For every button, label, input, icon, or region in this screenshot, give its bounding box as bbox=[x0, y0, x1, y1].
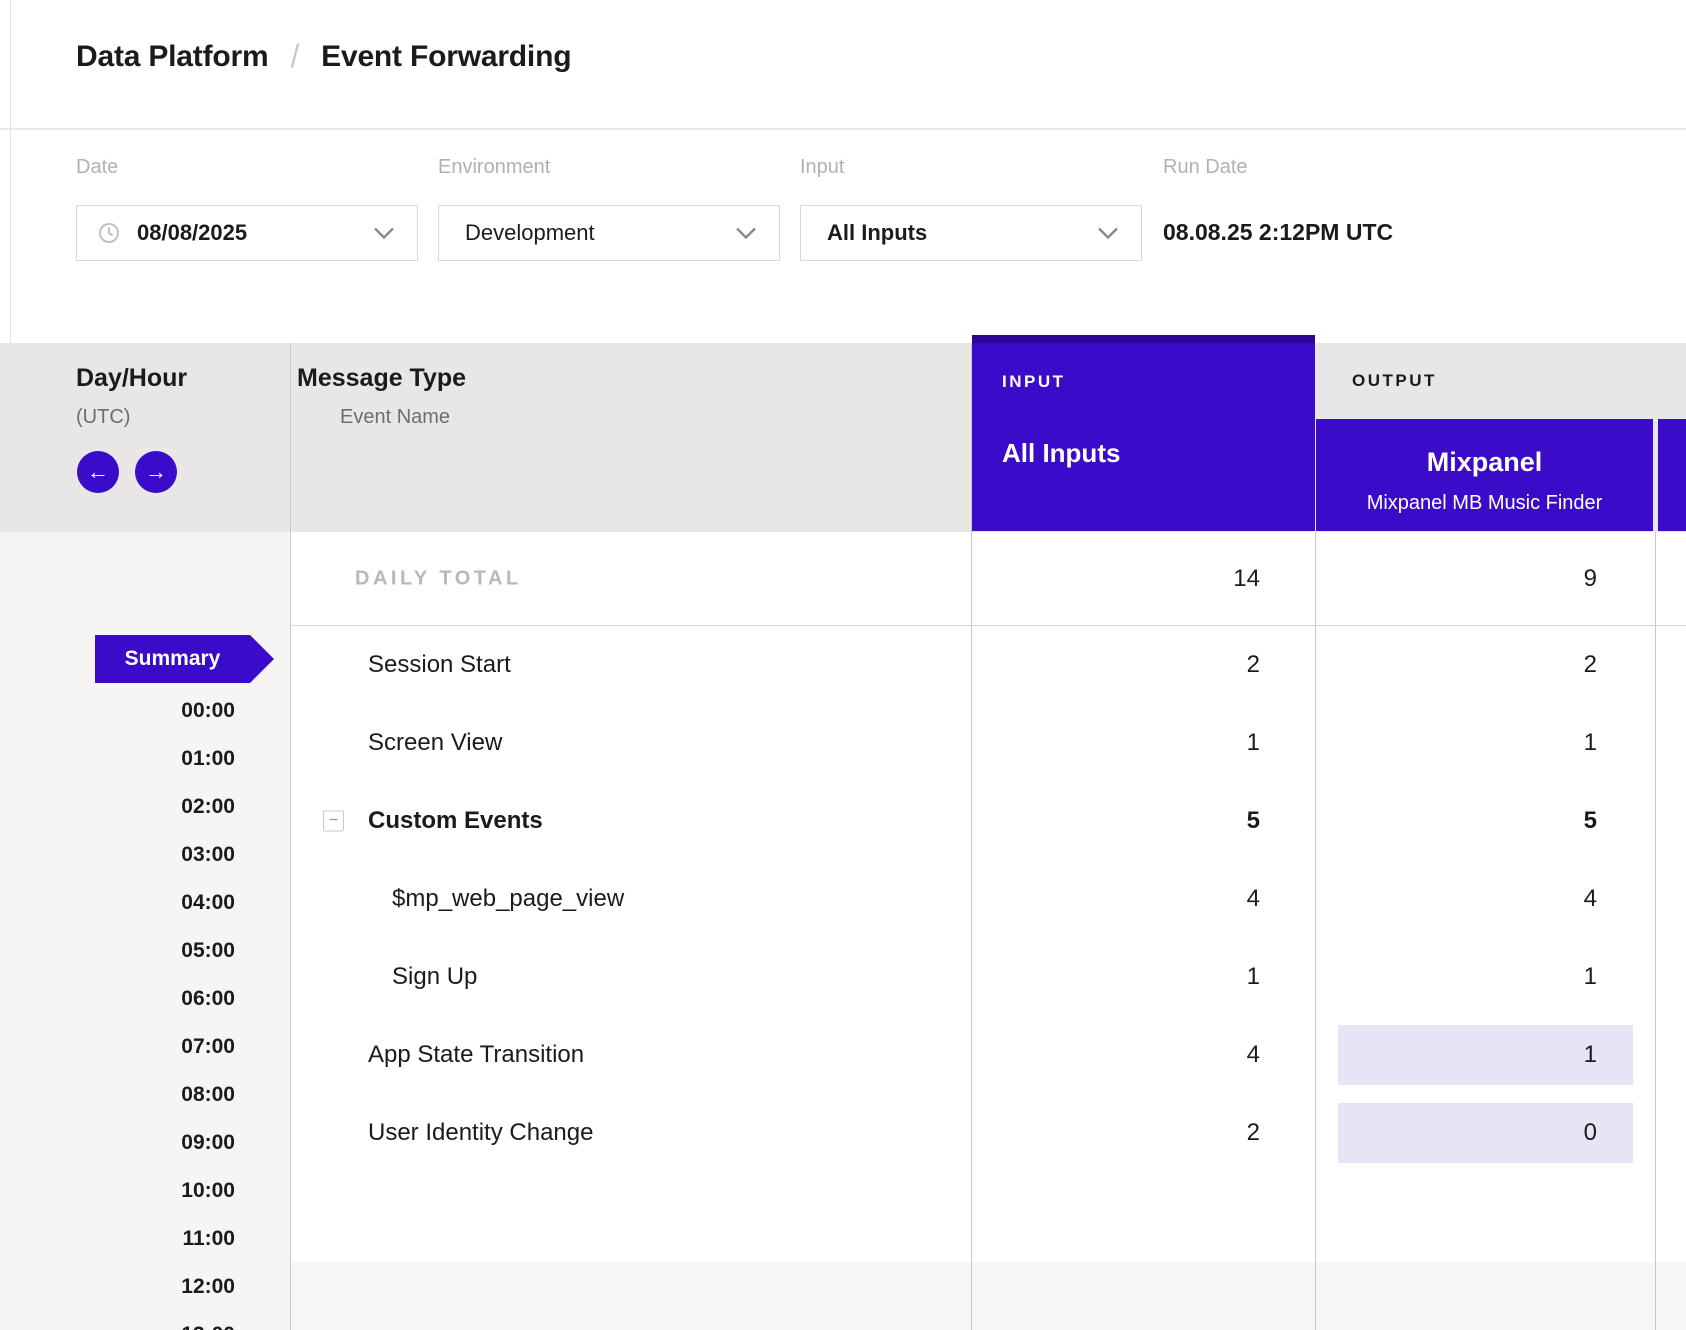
table-row: $mp_web_page_view 4 4 bbox=[290, 860, 1686, 938]
message-type-title: Message Type bbox=[297, 364, 466, 393]
breadcrumb-section[interactable]: Data Platform bbox=[76, 40, 268, 74]
next-day-button[interactable]: → bbox=[135, 451, 177, 493]
arrow-left-icon: ← bbox=[87, 459, 109, 485]
table-row: Screen View 1 1 bbox=[290, 704, 1686, 782]
daily-total-row: DAILY TOTAL 14 9 bbox=[290, 532, 1686, 625]
arrow-right-icon: → bbox=[145, 459, 167, 485]
hour-item-10[interactable]: 10:00 bbox=[60, 1178, 235, 1203]
hour-item-02[interactable]: 02:00 bbox=[60, 794, 235, 819]
input-column-accent-strip bbox=[972, 335, 1315, 343]
date-picker[interactable]: 08/08/2025 bbox=[76, 205, 418, 261]
message-type-subtitle: Event Name bbox=[340, 406, 450, 429]
input-column-name: All Inputs bbox=[1002, 438, 1120, 469]
date-value: 08/08/2025 bbox=[137, 220, 247, 246]
input-group-label: INPUT bbox=[1002, 372, 1066, 392]
hour-item-09[interactable]: 09:00 bbox=[60, 1130, 235, 1155]
previous-day-button[interactable]: ← bbox=[77, 451, 119, 493]
row-input-value: 1 bbox=[972, 963, 1260, 991]
output-group-label: OUTPUT bbox=[1352, 371, 1437, 391]
row-output-value: 1 bbox=[1316, 729, 1597, 757]
environment-value: Development bbox=[465, 220, 595, 246]
hour-item-13[interactable]: 13:00 bbox=[60, 1322, 235, 1330]
breadcrumb-separator: / bbox=[290, 38, 299, 75]
left-edge-divider bbox=[10, 0, 11, 343]
output-column-name: Mixpanel bbox=[1316, 447, 1653, 478]
row-label: Custom Events bbox=[368, 807, 543, 835]
input-column-header: INPUT All Inputs bbox=[972, 335, 1315, 531]
row-label: Screen View bbox=[368, 729, 502, 757]
header-divider bbox=[0, 128, 1686, 130]
table-row: Sign Up 1 1 bbox=[290, 938, 1686, 1016]
input-value: All Inputs bbox=[827, 220, 927, 246]
table-footer-area bbox=[291, 1262, 1686, 1330]
hour-item-01[interactable]: 01:00 bbox=[60, 746, 235, 771]
row-output-value: 5 bbox=[1316, 807, 1597, 835]
row-input-value: 4 bbox=[972, 1041, 1260, 1069]
row-label: $mp_web_page_view bbox=[392, 885, 624, 913]
summary-tab[interactable]: Summary bbox=[95, 635, 250, 683]
run-date-value: 08.08.25 2:12PM UTC bbox=[1163, 219, 1393, 246]
environment-filter-label: Environment bbox=[438, 156, 550, 179]
row-input-value: 1 bbox=[972, 729, 1260, 757]
daily-total-input-value: 14 bbox=[972, 565, 1260, 593]
date-filter-label: Date bbox=[76, 156, 118, 179]
row-output-value: 2 bbox=[1316, 651, 1597, 679]
clock-icon bbox=[97, 221, 121, 245]
summary-tab-arrow bbox=[250, 635, 274, 683]
row-output-value: 1 bbox=[1316, 963, 1597, 991]
hour-item-12[interactable]: 12:00 bbox=[60, 1274, 235, 1299]
output-column-header: Mixpanel Mixpanel MB Music Finder bbox=[1316, 419, 1653, 531]
row-input-value: 5 bbox=[972, 807, 1260, 835]
table-row: App State Transition 4 1 bbox=[290, 1016, 1686, 1094]
chevron-down-icon bbox=[373, 227, 395, 240]
row-label: User Identity Change bbox=[368, 1119, 593, 1147]
event-forwarding-page: Data Platform / Event Forwarding Date En… bbox=[0, 0, 1686, 1330]
row-label: Session Start bbox=[368, 651, 511, 679]
hour-item-04[interactable]: 04:00 bbox=[60, 890, 235, 915]
row-label: App State Transition bbox=[368, 1041, 584, 1069]
hour-item-03[interactable]: 03:00 bbox=[60, 842, 235, 867]
table-row-custom-events: − Custom Events 5 5 bbox=[290, 782, 1686, 860]
hour-item-05[interactable]: 05:00 bbox=[60, 938, 235, 963]
input-filter-label: Input bbox=[800, 156, 844, 179]
hour-item-11[interactable]: 11:00 bbox=[60, 1226, 235, 1251]
day-hour-subtitle: (UTC) bbox=[76, 406, 130, 429]
daily-total-label: DAILY TOTAL bbox=[355, 567, 522, 590]
chevron-down-icon bbox=[1097, 227, 1119, 240]
breadcrumb: Data Platform / Event Forwarding bbox=[76, 38, 571, 75]
hour-item-00[interactable]: 00:00 bbox=[60, 698, 235, 723]
daily-total-output-value: 9 bbox=[1316, 565, 1597, 593]
input-select[interactable]: All Inputs bbox=[800, 205, 1142, 261]
hour-item-06[interactable]: 06:00 bbox=[60, 986, 235, 1011]
chevron-down-icon bbox=[735, 227, 757, 240]
output-column-subtitle: Mixpanel MB Music Finder bbox=[1316, 492, 1653, 515]
hour-item-08[interactable]: 08:00 bbox=[60, 1082, 235, 1107]
collapse-icon[interactable]: − bbox=[323, 811, 344, 832]
row-output-value: 4 bbox=[1316, 885, 1597, 913]
row-output-value: 0 bbox=[1316, 1119, 1597, 1147]
row-input-value: 2 bbox=[972, 1119, 1260, 1147]
next-output-column-partial bbox=[1658, 419, 1686, 531]
hour-item-07[interactable]: 07:00 bbox=[60, 1034, 235, 1059]
row-output-value: 1 bbox=[1316, 1041, 1597, 1069]
table-row: User Identity Change 2 0 bbox=[290, 1094, 1686, 1172]
run-date-label: Run Date bbox=[1163, 156, 1248, 179]
summary-tab-label: Summary bbox=[125, 647, 221, 671]
table-row: Session Start 2 2 bbox=[290, 626, 1686, 704]
row-input-value: 4 bbox=[972, 885, 1260, 913]
environment-select[interactable]: Development bbox=[438, 205, 780, 261]
page-title: Event Forwarding bbox=[321, 40, 571, 74]
day-hour-title: Day/Hour bbox=[76, 364, 187, 393]
row-input-value: 2 bbox=[972, 651, 1260, 679]
row-label: Sign Up bbox=[392, 963, 477, 991]
